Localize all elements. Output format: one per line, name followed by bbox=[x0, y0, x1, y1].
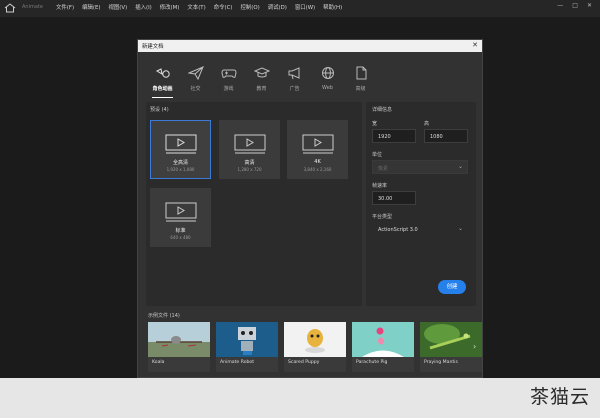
koala-thumbnail bbox=[148, 322, 210, 357]
window-controls: — □ ✕ bbox=[557, 2, 592, 9]
height-input[interactable]: 1080 bbox=[424, 129, 468, 143]
graduation-cap-icon bbox=[253, 67, 270, 78]
character-animation-icon bbox=[155, 68, 170, 78]
menu-control[interactable]: 控制(O) bbox=[240, 3, 259, 11]
width-label: 宽 bbox=[372, 121, 378, 127]
width-input[interactable]: 1920 bbox=[372, 129, 416, 143]
main-menu: 文件(F) 编辑(E) 视图(V) 插入(I) 修改(M) 文本(T) 命令(C… bbox=[56, 3, 342, 11]
tab-label: 社交 bbox=[190, 86, 201, 92]
preset-standard[interactable]: 标准 640 x 480 bbox=[150, 188, 211, 247]
tab-character-animation[interactable]: 角色动画 bbox=[146, 58, 179, 98]
units-select: 像素 ⌄ bbox=[372, 160, 468, 174]
chevron-down-icon: ⌄ bbox=[457, 163, 463, 170]
sample-name: Koala bbox=[152, 360, 165, 365]
fps-input[interactable]: 30.00 bbox=[372, 191, 416, 205]
mantis-thumbnail bbox=[420, 322, 482, 357]
sample-name: Animate Robot bbox=[220, 360, 255, 365]
tab-advanced[interactable]: 高级 bbox=[344, 58, 377, 98]
menu-edit[interactable]: 编辑(E) bbox=[82, 3, 100, 11]
sample-koala[interactable]: Koala bbox=[148, 322, 210, 372]
close-window-button[interactable]: ✕ bbox=[587, 2, 592, 9]
details-heading: 详细信息 bbox=[372, 107, 393, 113]
robot-thumbnail bbox=[216, 322, 278, 357]
watermark: 茶猫云 bbox=[529, 386, 590, 408]
video-preset-icon bbox=[165, 202, 197, 222]
sample-name: Praying Mantis bbox=[424, 360, 458, 365]
preset-full-hd[interactable]: 全高清 1,920 x 1,080 bbox=[150, 120, 211, 179]
units-label: 单位 bbox=[372, 152, 383, 158]
preset-size: 1,920 x 1,080 bbox=[166, 167, 195, 172]
presets-heading: 预设 (4) bbox=[150, 107, 169, 113]
tab-label: 游戏 bbox=[223, 86, 234, 92]
video-preset-icon bbox=[234, 134, 266, 154]
details-panel: 详细信息 宽 1920 高 1080 单位 像素 ⌄ 帧速率 30.00 平台类… bbox=[366, 102, 476, 306]
tab-web[interactable]: Web bbox=[311, 58, 344, 98]
units-value: 像素 bbox=[378, 166, 389, 172]
tab-advertising[interactable]: 广告 bbox=[278, 58, 311, 98]
menu-modify[interactable]: 修改(M) bbox=[160, 3, 180, 11]
dialog-titlebar: 新建文档 ✕ bbox=[138, 40, 482, 52]
preset-size: 3,840 x 2,160 bbox=[303, 167, 332, 172]
paper-plane-icon bbox=[187, 66, 204, 80]
video-preset-icon bbox=[165, 134, 197, 154]
tab-label: 广告 bbox=[289, 86, 300, 92]
tab-games[interactable]: 游戏 bbox=[212, 58, 245, 98]
sample-animate-robot[interactable]: Animate Robot bbox=[216, 322, 278, 372]
sample-parachute-pig[interactable]: Parachute Pig bbox=[352, 322, 414, 372]
megaphone-icon bbox=[288, 67, 299, 80]
tab-label: 角色动画 bbox=[152, 86, 173, 92]
platform-label: 平台类型 bbox=[372, 214, 393, 220]
sample-scared-puppy[interactable]: Scared Puppy bbox=[284, 322, 346, 372]
menu-text[interactable]: 文本(T) bbox=[187, 3, 205, 11]
tab-label: Web bbox=[322, 85, 333, 91]
preset-size: 1,280 x 720 bbox=[237, 167, 262, 172]
home-icon[interactable] bbox=[4, 3, 16, 13]
tab-label: 教育 bbox=[256, 86, 267, 92]
menu-window[interactable]: 窗口(W) bbox=[295, 3, 315, 11]
fps-label: 帧速率 bbox=[372, 183, 388, 189]
platform-select[interactable]: ActionScript 3.0 ⌄ bbox=[372, 222, 468, 236]
menu-insert[interactable]: 插入(I) bbox=[135, 3, 152, 11]
menu-view[interactable]: 视图(V) bbox=[109, 3, 128, 11]
globe-icon bbox=[321, 67, 334, 79]
menu-commands[interactable]: 命令(C) bbox=[214, 3, 233, 11]
menu-file[interactable]: 文件(F) bbox=[56, 3, 74, 11]
preset-hd[interactable]: 高清 1,280 x 720 bbox=[219, 120, 280, 179]
presets-panel: 预设 (4) 全高清 1,920 x 1,080 高清 1,280 x 720 bbox=[146, 102, 362, 306]
pig-thumbnail bbox=[352, 322, 414, 357]
gamepad-icon bbox=[220, 69, 237, 78]
maximize-button[interactable]: □ bbox=[572, 2, 578, 9]
minimize-button[interactable]: — bbox=[557, 2, 563, 9]
sample-name: Parachute Pig bbox=[356, 360, 388, 365]
dialog-close-button[interactable]: ✕ bbox=[472, 41, 478, 49]
chevron-right-icon[interactable]: › bbox=[473, 342, 476, 351]
menu-help[interactable]: 帮助(H) bbox=[323, 3, 342, 11]
tab-label: 高级 bbox=[355, 86, 366, 92]
preset-name: 全高清 bbox=[172, 160, 188, 166]
workspace-label[interactable]: Animate bbox=[22, 4, 43, 10]
preset-name: 标准 bbox=[175, 228, 186, 234]
preset-name: 4K bbox=[314, 159, 321, 165]
preset-size: 640 x 480 bbox=[170, 235, 191, 240]
chevron-down-icon: ⌄ bbox=[457, 225, 463, 232]
height-label: 高 bbox=[424, 121, 430, 127]
dialog-title: 新建文档 bbox=[142, 44, 164, 50]
menu-bar: Animate 文件(F) 编辑(E) 视图(V) 插入(I) 修改(M) 文本… bbox=[0, 0, 600, 17]
new-document-dialog: 新建文档 ✕ 角色动画 社交 游戏 教育 广告 Web 高级 预设 (4) 全高… bbox=[137, 39, 483, 378]
preset-name: 高清 bbox=[244, 160, 255, 166]
footer-band bbox=[0, 378, 600, 418]
preset-4k[interactable]: 4K 3,840 x 2,160 bbox=[287, 120, 348, 179]
video-preset-icon bbox=[302, 134, 334, 154]
tab-education[interactable]: 教育 bbox=[245, 58, 278, 98]
menu-debug[interactable]: 调试(D) bbox=[268, 3, 287, 11]
tab-social[interactable]: 社交 bbox=[179, 58, 212, 98]
platform-value: ActionScript 3.0 bbox=[378, 227, 418, 233]
document-icon bbox=[356, 66, 366, 80]
puppy-thumbnail bbox=[284, 322, 346, 357]
sample-name: Scared Puppy bbox=[288, 360, 320, 365]
samples-heading: 示例文件 (14) bbox=[148, 313, 180, 319]
create-button[interactable]: 创建 bbox=[438, 280, 466, 294]
